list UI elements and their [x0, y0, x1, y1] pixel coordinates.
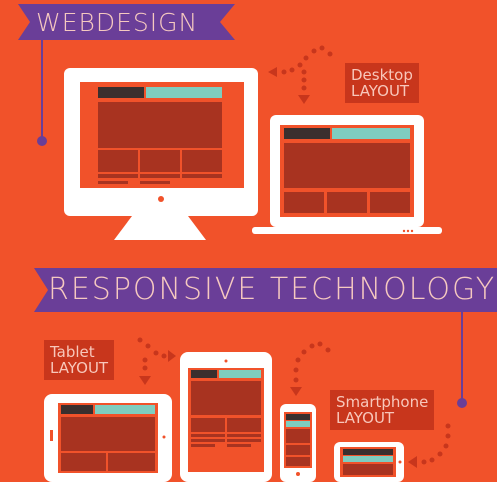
dotted-arrow-icon — [408, 423, 451, 468]
laptop-icon — [252, 115, 442, 234]
smartphone-layout-label: Smartphone LAYOUT — [330, 390, 435, 430]
tablet-portrait-icon — [180, 352, 272, 482]
tablet-label-line2: LAYOUT — [50, 359, 109, 377]
heading-responsive-technology: RESPONSIVE TECHNOLOGY — [48, 272, 497, 307]
dotted-arrow-icon — [137, 337, 176, 385]
dotted-arrow-icon — [268, 45, 333, 104]
desktop-layout-label: Desktop LAYOUT — [345, 63, 419, 103]
smartphone-label-line2: LAYOUT — [336, 409, 395, 427]
desktop-label-line1: Desktop — [351, 66, 413, 84]
tablet-layout-label: Tablet LAYOUT — [44, 340, 115, 380]
desktop-label-line2: LAYOUT — [351, 82, 410, 100]
dotted-arrow-icon — [290, 341, 331, 396]
heading-webdesign: WEBDESIGN — [36, 8, 199, 37]
tablet-landscape-icon — [334, 442, 404, 482]
smartphone-icon — [280, 404, 316, 482]
tablet-icon — [44, 394, 172, 482]
tablet-label-line1: Tablet — [50, 343, 95, 361]
desktop-monitor-icon — [64, 68, 258, 240]
smartphone-label-line1: Smartphone — [336, 393, 429, 411]
